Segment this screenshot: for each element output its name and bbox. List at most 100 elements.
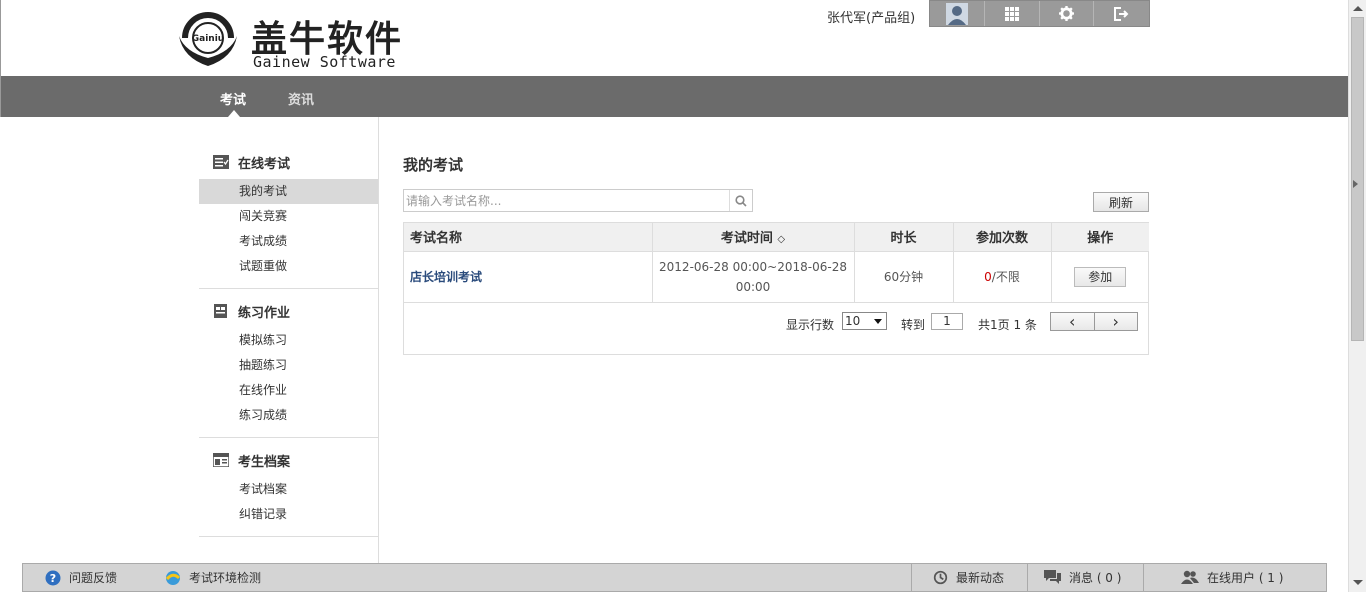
refresh-button[interactable]: 刷新: [1093, 192, 1149, 212]
nav-tab-news[interactable]: 资讯: [288, 89, 314, 108]
messages-button[interactable]: 消息 ( 0 ): [1044, 564, 1121, 591]
main-nav: 考试 资讯: [0, 76, 1348, 117]
pager: 显示行数 10 转到 1 共1页 1 条 ‹ ›: [404, 311, 1148, 335]
scroll-down-arrow-icon[interactable]: [1353, 580, 1363, 585]
chat-icon: [1044, 570, 1061, 585]
rows-per-page-value: 10: [845, 314, 861, 328]
exam-time-end: 00:00: [735, 279, 771, 294]
logout-button[interactable]: [1094, 1, 1149, 26]
online-users-button[interactable]: 在线用户 ( 1 ): [1181, 564, 1283, 591]
sidebar-item-exam-scores[interactable]: 考试成绩: [199, 229, 378, 254]
sidebar-item-exam-archive[interactable]: 考试档案: [199, 477, 378, 502]
logo[interactable]: Gainiu 盖牛软件 Gainew Software: [175, 6, 405, 72]
sidebar-item-error-records[interactable]: 纠错记录: [199, 502, 378, 527]
exam-time-cell: 2012-06-28 00:00~2018-06-28 00:00: [652, 251, 855, 303]
col-header-duration: 时长: [854, 223, 954, 252]
chevron-down-icon: [874, 319, 882, 324]
table-row: 店长培训考试 2012-06-28 00:00~2018-06-28 00:00…: [404, 251, 1149, 303]
sidebar-item-online-homework[interactable]: 在线作业: [199, 378, 378, 403]
goto-label: 转到: [901, 318, 926, 332]
chevron-right-icon: ›: [1112, 311, 1119, 331]
feedback-label: 问题反馈: [69, 571, 118, 585]
exam-table-container: 考试名称 考试时间 ◇ 时长 参加次数 操作 店长培训考试 2012-06-28…: [403, 222, 1149, 355]
sidebar-group-archive: 考生档案 考试档案 纠错记录: [199, 438, 378, 537]
exam-search-input[interactable]: [404, 190, 724, 211]
avatar-button[interactable]: [930, 1, 985, 26]
help-icon: ?: [45, 570, 61, 586]
col-header-time-label: 考试时间: [720, 231, 773, 247]
search-icon: [735, 194, 747, 207]
sidebar-group-title: 在线考试: [238, 156, 291, 172]
users-icon: [1181, 570, 1199, 585]
settings-button[interactable]: [1040, 1, 1095, 26]
col-header-attempts: 参加次数: [953, 223, 1052, 252]
next-page-button[interactable]: ›: [1095, 313, 1138, 330]
scroll-up-arrow-icon[interactable]: [1353, 6, 1363, 11]
gear-icon: [1058, 6, 1074, 21]
footer-bar: ? 问题反馈 考试环境检测 最新动态 消息 ( 0 ) 在线用户 ( 1 ): [22, 563, 1327, 592]
page-scrollbar[interactable]: [1348, 0, 1366, 592]
chevron-left-icon: ‹: [1069, 311, 1076, 331]
footer-divider: [1143, 564, 1144, 591]
logo-emblem-text: Gainiu: [192, 34, 224, 44]
scroll-marker-icon: [1353, 180, 1358, 188]
join-exam-button[interactable]: 参加: [1074, 266, 1127, 287]
attempts-used: 0: [984, 269, 992, 284]
pager-summary: 共1页 1 条: [978, 318, 1037, 332]
header: Gainiu 盖牛软件 Gainew Software 张代军(产品组): [0, 0, 1348, 76]
rows-per-page-label: 显示行数: [786, 318, 835, 332]
col-header-name: 考试名称: [404, 223, 653, 252]
sidebar-group-practice: 练习作业 模拟练习 抽题练习 在线作业 练习成绩: [199, 289, 378, 438]
online-users-label: 在线用户 ( 1 ): [1207, 571, 1284, 585]
nav-active-caret: [228, 110, 240, 117]
sidebar: 在线考试 我的考试 闯关竞赛 考试成绩 试题重做 练习作业 模拟练习 抽题练习 …: [199, 117, 379, 563]
nav-tab-exam[interactable]: 考试: [220, 89, 246, 108]
history-icon: [933, 570, 948, 585]
goto-page-input[interactable]: 1: [931, 313, 963, 330]
pager-nav: ‹ ›: [1050, 312, 1138, 331]
sidebar-item-practice-scores[interactable]: 练习成绩: [199, 403, 378, 428]
logo-title-en: Gainew Software: [253, 53, 396, 71]
search-button[interactable]: [729, 190, 752, 211]
scrollbar-thumb[interactable]: [1351, 17, 1364, 341]
sidebar-group-header: 在线考试: [199, 145, 378, 179]
sort-icon[interactable]: ◇: [777, 234, 785, 245]
env-check-button[interactable]: 考试环境检测: [165, 564, 261, 591]
col-header-action: 操作: [1051, 223, 1149, 252]
messages-label: 消息 ( 0 ): [1069, 571, 1122, 585]
exam-name-link[interactable]: 店长培训考试: [404, 251, 653, 303]
env-check-label: 考试环境检测: [189, 571, 262, 585]
practice-icon: [214, 304, 227, 318]
exam-duration: 60分钟: [854, 251, 954, 303]
footer-divider: [1027, 564, 1028, 591]
browser-icon: [165, 570, 181, 586]
logo-emblem-icon: Gainiu: [179, 12, 237, 66]
svg-text:?: ?: [50, 572, 56, 585]
sidebar-group-title: 考生档案: [238, 454, 291, 470]
sidebar-item-challenge[interactable]: 闯关竞赛: [199, 204, 378, 229]
prev-page-button[interactable]: ‹: [1051, 313, 1095, 330]
sidebar-group-title: 练习作业: [238, 305, 291, 321]
archive-icon: [213, 453, 229, 467]
sidebar-item-redo[interactable]: 试题重做: [199, 254, 378, 279]
col-header-time[interactable]: 考试时间 ◇: [652, 223, 855, 252]
news-button[interactable]: 最新动态: [933, 564, 1004, 591]
exam-time-start: 2012-06-28 00:00~2018-06-28: [659, 259, 847, 274]
rows-per-page-select[interactable]: 10: [842, 312, 887, 330]
sidebar-group-header: 练习作业: [199, 294, 378, 328]
logout-icon: [1114, 6, 1129, 21]
news-label: 最新动态: [956, 571, 1005, 585]
page-title: 我的考试: [403, 156, 464, 174]
sidebar-item-mock-practice[interactable]: 模拟练习: [199, 328, 378, 353]
apps-button[interactable]: [985, 1, 1040, 26]
sidebar-item-random-practice[interactable]: 抽题练习: [199, 353, 378, 378]
sidebar-item-my-exams[interactable]: 我的考试: [199, 179, 378, 204]
exam-action-cell: 参加: [1051, 251, 1149, 303]
exam-list-icon: [213, 155, 229, 169]
exam-attempts: 0/不限: [953, 251, 1052, 303]
current-user-name[interactable]: 张代军(产品组): [827, 7, 915, 26]
feedback-button[interactable]: ? 问题反馈: [45, 564, 117, 591]
footer-divider: [911, 564, 912, 591]
attempts-limit: /不限: [991, 269, 1020, 284]
sidebar-group-online-exam: 在线考试 我的考试 闯关竞赛 考试成绩 试题重做: [199, 145, 378, 289]
